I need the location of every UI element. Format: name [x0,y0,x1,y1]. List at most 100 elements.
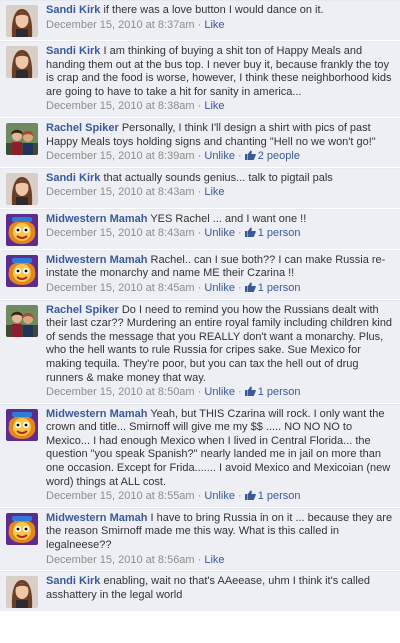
avatar[interactable] [6,46,38,78]
comment-body: Midwestern Mamah YES Rachel ... and I wa… [46,213,394,246]
comment-content: Rachel Spiker Personally, I think I'll d… [46,122,394,149]
like-button[interactable]: Like [204,19,224,31]
comment-body: Sandi Kirk enabling, wait no that's AAee… [46,575,394,608]
separator: · [234,227,245,240]
likes-count-link[interactable]: 1 person [258,386,301,398]
unlike-button[interactable]: Unlike [204,490,235,502]
timestamp[interactable]: December 15, 2010 at 8:43am [46,227,195,239]
comment-meta: December 15, 2010 at 8:56am · Like [46,554,394,568]
like-button[interactable]: Like [204,100,224,112]
comment-content: Midwestern Mamah YES Rachel ... and I wa… [46,213,394,227]
timestamp[interactable]: December 15, 2010 at 8:55am [46,490,195,502]
comment-meta: December 15, 2010 at 8:43am · Unlike · 1… [46,227,394,241]
like-button[interactable]: Like [204,554,224,566]
separator: · [234,386,245,399]
comment-meta: December 15, 2010 at 8:55am · Unlike · 1… [46,490,394,504]
author-name-link[interactable]: Sandi Kirk [46,575,100,587]
comment-content: Sandi Kirk that actually sounds genius..… [46,172,394,186]
separator: · [194,281,205,294]
likes-count-link[interactable]: 1 person [258,490,301,502]
comment-text: that actually sounds genius... talk to p… [103,171,333,184]
separator: · [194,386,205,399]
avatar[interactable] [6,172,38,205]
avatar[interactable] [6,122,38,155]
comment-body: Midwestern Mamah Yeah, but THIS Czarina … [46,408,394,504]
comment-meta: December 15, 2010 at 8:43am · Like [46,186,394,200]
comment-item: Sandi Kirk if there was a love button I … [0,0,400,41]
author-name-link[interactable]: Sandi Kirk [46,172,100,184]
timestamp[interactable]: December 15, 2010 at 8:45am [46,282,195,294]
thumbs-up-icon[interactable] [244,227,258,239]
avatar[interactable] [6,304,38,337]
comment-item: Rachel Spiker Do I need to remind you ho… [0,299,400,404]
comment-content: Rachel Spiker Do I need to remind you ho… [46,304,394,386]
comment-body: Sandi Kirk I am thinking of buying a shi… [46,45,394,114]
comment-body: Sandi Kirk if there was a love button I … [46,4,394,37]
comment-item: Sandi Kirk that actually sounds genius..… [0,167,400,209]
avatar[interactable] [6,576,38,609]
thumbs-up-icon[interactable] [244,150,258,162]
author-name-link[interactable]: Midwestern Mamah [46,213,147,225]
avatar[interactable] [6,5,38,37]
comment-item: Sandi Kirk enabling, wait no that's AAee… [0,571,400,613]
comment-content: Sandi Kirk I am thinking of buying a shi… [46,45,394,99]
comment-body: Sandi Kirk that actually sounds genius..… [46,172,394,205]
likes-count-link[interactable]: 1 person [258,282,301,294]
comment-item: Rachel Spiker Personally, I think I'll d… [0,117,400,168]
author-name-link[interactable]: Rachel Spiker [46,304,119,316]
unlike-button[interactable]: Unlike [204,282,235,294]
separator: · [194,227,205,240]
separator: · [234,150,245,163]
timestamp[interactable]: December 15, 2010 at 8:56am [46,554,195,566]
comment-meta: December 15, 2010 at 8:50am · Unlike · 1… [46,386,394,400]
comment-item: Midwestern Mamah Yeah, but THIS Czarina … [0,403,400,508]
avatar[interactable] [6,408,38,441]
separator: · [234,281,245,294]
comment-meta: December 15, 2010 at 8:39am · Unlike · 2… [46,150,394,164]
thumbs-up-icon[interactable] [244,490,258,502]
unlike-button[interactable]: Unlike [204,227,235,239]
timestamp[interactable]: December 15, 2010 at 8:38am [46,100,195,112]
author-name-link[interactable]: Sandi Kirk [46,4,100,16]
comment-body: Rachel Spiker Personally, I think I'll d… [46,122,394,164]
separator: · [194,553,205,566]
author-name-link[interactable]: Sandi Kirk [46,45,100,57]
comment-meta: December 15, 2010 at 8:38am · Like [46,100,394,114]
comment-meta: December 15, 2010 at 8:37am · Like [46,19,394,33]
comment-text: YES Rachel ... and I want one !! [150,212,307,225]
thumbs-up-icon[interactable] [244,386,258,398]
unlike-button[interactable]: Unlike [204,150,235,162]
comment-text: if there was a love button I would dance… [103,4,324,16]
separator: · [194,100,205,113]
comment-item: Midwestern Mamah YES Rachel ... and I wa… [0,208,400,250]
avatar[interactable] [6,254,38,287]
comment-content: Midwestern Mamah Rachel.. can I sue both… [46,254,394,281]
timestamp[interactable]: December 15, 2010 at 8:43am [46,186,195,198]
separator: · [194,18,205,31]
comment-content: Midwestern Mamah Yeah, but THIS Czarina … [46,408,394,490]
author-name-link[interactable]: Midwestern Mamah [46,408,147,420]
timestamp[interactable]: December 15, 2010 at 8:39am [46,150,195,162]
author-name-link[interactable]: Midwestern Mamah [46,512,147,524]
comment-item: Midwestern Mamah Rachel.. can I sue both… [0,249,400,300]
comment-body: Midwestern Mamah I have to bring Russia … [46,512,394,567]
author-name-link[interactable]: Midwestern Mamah [46,254,147,266]
like-button[interactable]: Like [204,186,224,198]
comment-content: Midwestern Mamah I have to bring Russia … [46,512,394,553]
comment-content: Sandi Kirk if there was a love button I … [46,4,394,18]
likes-count-link[interactable]: 1 person [258,227,301,239]
separator: · [194,150,205,163]
comment-body: Midwestern Mamah Rachel.. can I sue both… [46,254,394,296]
separator: · [194,186,205,199]
timestamp[interactable]: December 15, 2010 at 8:50am [46,386,195,398]
likes-count-link[interactable]: 2 people [258,150,300,162]
comment-thread: Sandi Kirk if there was a love button I … [0,0,400,613]
comment-meta: December 15, 2010 at 8:45am · Unlike · 1… [46,282,394,296]
avatar[interactable] [6,512,38,545]
thumbs-up-icon[interactable] [244,282,258,294]
unlike-button[interactable]: Unlike [204,386,235,398]
timestamp[interactable]: December 15, 2010 at 8:37am [46,19,195,31]
author-name-link[interactable]: Rachel Spiker [46,122,119,134]
avatar[interactable] [6,213,38,246]
comment-item: Midwestern Mamah I have to bring Russia … [0,507,400,572]
